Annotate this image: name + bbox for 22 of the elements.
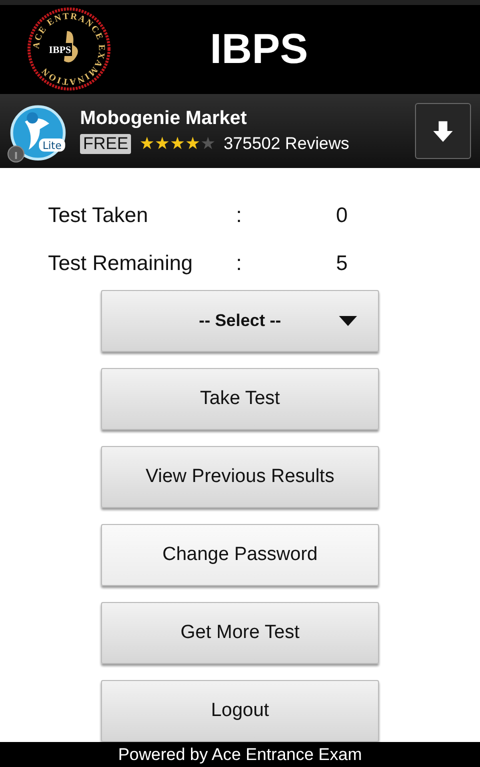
review-count: 375502 Reviews bbox=[224, 134, 350, 154]
test-dropdown[interactable]: -- Select -- bbox=[101, 290, 379, 352]
action-button[interactable]: View Previous Results bbox=[101, 446, 379, 508]
ad-banner[interactable]: Lite Mobogenie Market FREE ★★★★★ 375502 Reviews bbox=[0, 94, 480, 168]
ad-title: Mobogenie Market bbox=[80, 108, 248, 130]
download-button[interactable] bbox=[415, 102, 471, 159]
footer-text: Powered by Ace Entrance Exam bbox=[0, 742, 480, 767]
info-icon[interactable] bbox=[6, 144, 26, 164]
stat-separator: : bbox=[236, 252, 243, 276]
price-badge: FREE bbox=[80, 134, 132, 154]
stat-value: 0 bbox=[336, 204, 348, 228]
stat-label: Test Remaining bbox=[48, 252, 194, 276]
action-button[interactable]: Take Test bbox=[101, 368, 379, 430]
rating-stars: ★★★★★ bbox=[139, 134, 216, 154]
action-button[interactable]: Logout bbox=[101, 680, 379, 742]
action-button[interactable]: Change Password bbox=[101, 524, 379, 586]
action-button[interactable]: Get More Test bbox=[101, 602, 379, 664]
stat-label: Test Taken bbox=[48, 204, 150, 228]
caret-icon bbox=[338, 315, 358, 327]
app-title: IBPS bbox=[210, 25, 308, 74]
stat-value: 5 bbox=[336, 252, 348, 276]
stat-separator: : bbox=[236, 204, 243, 228]
